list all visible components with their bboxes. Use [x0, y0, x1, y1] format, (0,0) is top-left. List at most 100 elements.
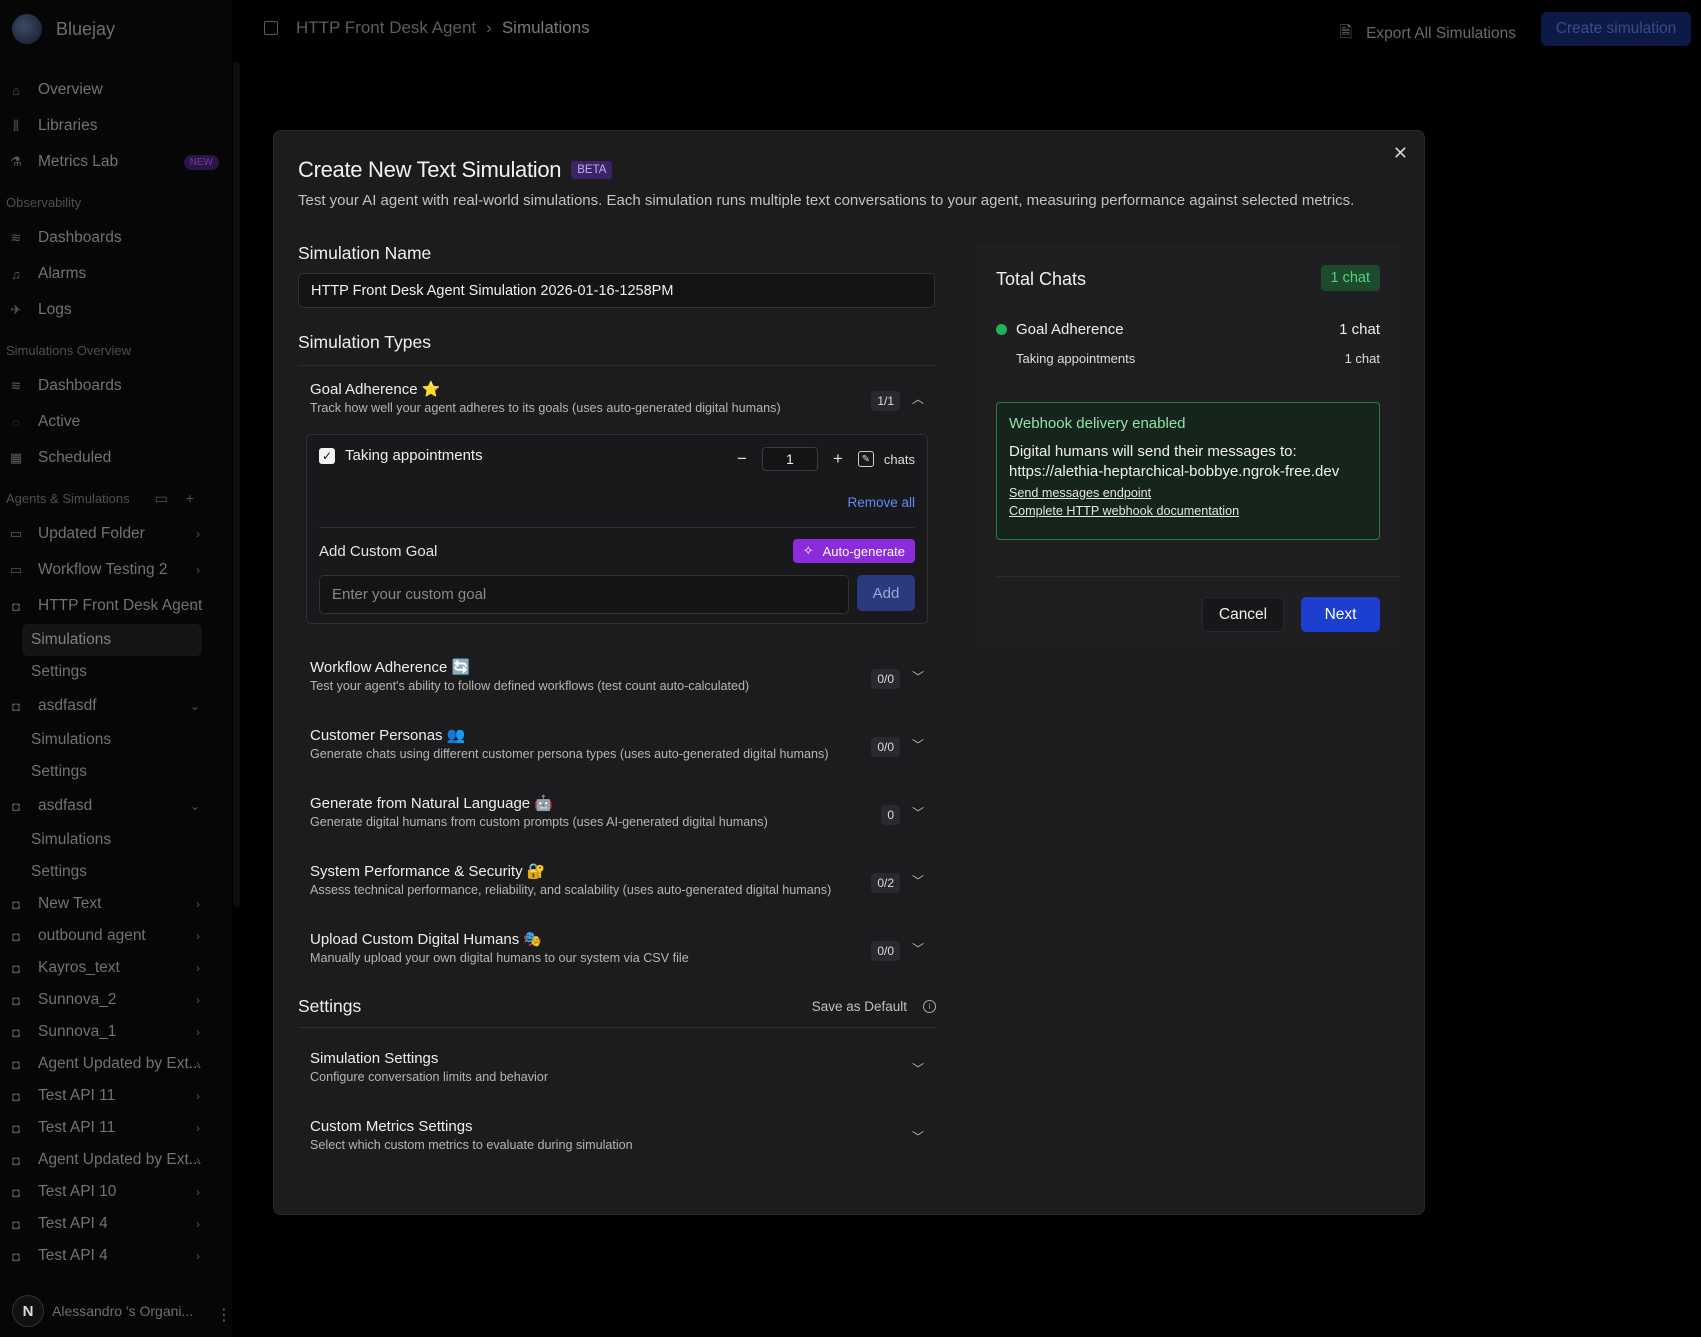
webhook-docs-link[interactable]: Complete HTTP webhook documentation: [1009, 504, 1367, 518]
agent-item[interactable]: ◘ Kayros_text ›: [0, 952, 232, 984]
accordion-upload-digital-humans[interactable]: Upload Custom Digital Humans 🎭 Manually …: [298, 916, 936, 984]
chevron-down-icon[interactable]: ﹀: [912, 940, 924, 957]
summary-sub-count: 1 chat: [1344, 351, 1380, 366]
chevron-right-icon: ›: [196, 1025, 200, 1039]
agent-label: outbound agent: [38, 927, 146, 944]
agent-item[interactable]: ◘ New Text ›: [0, 888, 232, 920]
layers-icon: ≋: [10, 378, 22, 393]
accordion-description: Test your agent's ability to follow defi…: [310, 679, 750, 693]
agent-item[interactable]: ◘ HTTP Front Desk Agent ⌄: [0, 588, 232, 624]
agent-label: Sunnova_2: [38, 991, 117, 1008]
brand[interactable]: Bluejay: [12, 14, 115, 44]
accordion-custom-metrics[interactable]: Custom Metrics Settings Select which cus…: [298, 1104, 936, 1172]
bot-icon: ◘: [12, 896, 20, 912]
agent-item[interactable]: ◘ Sunnova_1 ›: [0, 1016, 232, 1048]
new-folder-icon[interactable]: ▭: [155, 490, 168, 507]
sidebar-item-scheduled[interactable]: ▦ Scheduled: [0, 440, 232, 476]
bot-icon: ◘: [12, 1120, 20, 1136]
create-simulation-button[interactable]: Create simulation: [1541, 12, 1691, 46]
breadcrumb-item[interactable]: HTTP Front Desk Agent: [296, 18, 476, 38]
more-vertical-icon[interactable]: ⋮: [216, 1305, 232, 1325]
agent-item[interactable]: ◘ Sunnova_2 ›: [0, 984, 232, 1016]
custom-goal-input[interactable]: Enter your custom goal: [319, 575, 849, 614]
edit-icon[interactable]: ✎: [857, 451, 874, 467]
agent-item[interactable]: ◘ asdfasdf ⌄: [0, 688, 232, 724]
sidebar-item-sim-dashboards[interactable]: ≋ Dashboards: [0, 368, 232, 404]
minus-icon[interactable]: −: [732, 449, 752, 469]
close-icon[interactable]: ✕: [1393, 143, 1408, 164]
accordion-title: Custom Metrics Settings: [310, 1118, 473, 1135]
agent-item[interactable]: ◘ Agent Updated by Ext... ›: [0, 1144, 232, 1176]
bot-icon: ◘: [12, 1056, 20, 1072]
sidebar-toggle-icon[interactable]: [264, 21, 278, 35]
telescope-icon: ✈: [10, 302, 22, 317]
chevron-down-icon[interactable]: ﹀: [912, 668, 924, 685]
accordion-workflow-adherence[interactable]: Workflow Adherence 🔄 Test your agent's a…: [298, 644, 936, 712]
agent-item[interactable]: ◘ Test API 10 ›: [0, 1176, 232, 1208]
accordion-simulation-settings[interactable]: Simulation Settings Configure conversati…: [298, 1036, 936, 1104]
bot-icon: ◘: [12, 798, 20, 814]
agent-item[interactable]: ◘ Agent Updated by Ext... ›: [0, 1048, 232, 1080]
chevron-right-icon: ›: [196, 1089, 200, 1103]
accordion-natural-language[interactable]: Generate from Natural Language 🤖 Generat…: [298, 780, 936, 848]
agent-item[interactable]: ◘ asdfasd ⌄: [0, 788, 232, 824]
cancel-button[interactable]: Cancel: [1202, 597, 1284, 632]
agent-item[interactable]: ◘ Test API 4 ›: [0, 1240, 232, 1272]
chat-count-input[interactable]: 1: [761, 447, 818, 471]
sidebar-item-overview[interactable]: ⌂ Overview: [0, 72, 232, 108]
home-icon: ⌂: [12, 82, 20, 98]
plus-icon[interactable]: +: [828, 449, 848, 469]
sidebar-item-metrics-lab[interactable]: ⚗ Metrics Lab NEW: [0, 144, 232, 180]
agent-sub-simulations[interactable]: Simulations: [22, 624, 202, 656]
next-button[interactable]: Next: [1301, 597, 1380, 632]
accordion-goal-adherence[interactable]: Goal Adherence ⭐ Track how well your age…: [298, 366, 936, 434]
bluejay-logo-icon: [12, 14, 42, 44]
section-observability: Observability: [6, 194, 82, 210]
breadcrumb-current: Simulations: [501, 18, 590, 37]
chevron-down-icon[interactable]: ﹀: [912, 804, 924, 821]
folder-item[interactable]: ▭ Updated Folder ›: [0, 516, 232, 552]
export-all-button[interactable]: 🗎 Export All Simulations: [1340, 20, 1516, 47]
section-actions: ▭ +: [155, 490, 194, 507]
goal-checkbox[interactable]: ✓: [319, 447, 335, 464]
chevron-down-icon[interactable]: ﹀: [912, 736, 924, 753]
agent-sub-settings[interactable]: Settings: [0, 656, 232, 688]
sidebar-item-logs[interactable]: ✈ Logs: [0, 292, 232, 328]
sidebar-item-alarms[interactable]: ♫ Alarms: [0, 256, 232, 292]
create-simulation-modal: ✕ Create New Text Simulation BETA Test y…: [273, 130, 1425, 1215]
modal-title-row: Create New Text Simulation BETA: [298, 157, 613, 183]
chevron-down-icon[interactable]: ﹀: [912, 1060, 924, 1077]
agent-sub-simulations[interactable]: Simulations: [0, 724, 232, 756]
auto-generate-button[interactable]: ✧ Auto-generate: [792, 539, 915, 563]
accordion-description: Generate digital humans from custom prom…: [310, 815, 768, 829]
plus-icon[interactable]: +: [186, 490, 194, 507]
settings-header: Settings Save as Default i: [298, 996, 936, 1028]
add-goal-button[interactable]: Add: [857, 575, 915, 611]
chevron-down-icon[interactable]: ﹀: [912, 872, 924, 889]
simulation-name-input[interactable]: HTTP Front Desk Agent Simulation 2026-01…: [298, 273, 935, 308]
sidebar-item-dashboards[interactable]: ≋ Dashboards: [0, 220, 232, 256]
chats-unit-label: chats: [883, 451, 915, 467]
sidebar-item-libraries[interactable]: ⫼ Libraries: [0, 108, 232, 144]
folder-item[interactable]: ▭ Workflow Testing 2 ›: [0, 552, 232, 588]
accordion-system-performance[interactable]: System Performance & Security 🔐 Assess t…: [298, 848, 936, 916]
accordion-customer-personas[interactable]: Customer Personas 👥 Generate chats using…: [298, 712, 936, 780]
agent-item[interactable]: ◘ Test API 4 ›: [0, 1208, 232, 1240]
agent-item[interactable]: ◘ Test API 11 ›: [0, 1112, 232, 1144]
agent-sub-settings[interactable]: Settings: [0, 856, 232, 888]
org-switcher[interactable]: N Alessandro 's Organi...: [12, 1295, 193, 1327]
agent-sub-simulations[interactable]: Simulations: [0, 824, 232, 856]
save-as-default[interactable]: Save as Default i: [812, 999, 936, 1014]
sidebar-item-active[interactable]: ◌ Active: [0, 404, 232, 440]
sidebar-scrollbar[interactable]: [233, 62, 240, 907]
remove-all-link[interactable]: Remove all: [847, 495, 915, 510]
chevron-down-icon[interactable]: ﹀: [912, 1128, 924, 1145]
send-messages-endpoint-link[interactable]: Send messages endpoint: [1009, 486, 1367, 500]
agent-sub-settings[interactable]: Settings: [0, 756, 232, 788]
new-badge: NEW: [183, 154, 219, 170]
bot-icon: ◘: [12, 1088, 20, 1104]
info-icon[interactable]: i: [923, 1000, 936, 1013]
agent-item[interactable]: ◘ Test API 11 ›: [0, 1080, 232, 1112]
chevron-up-icon[interactable]: ︿: [912, 390, 924, 407]
agent-item[interactable]: ◘ outbound agent ›: [0, 920, 232, 952]
